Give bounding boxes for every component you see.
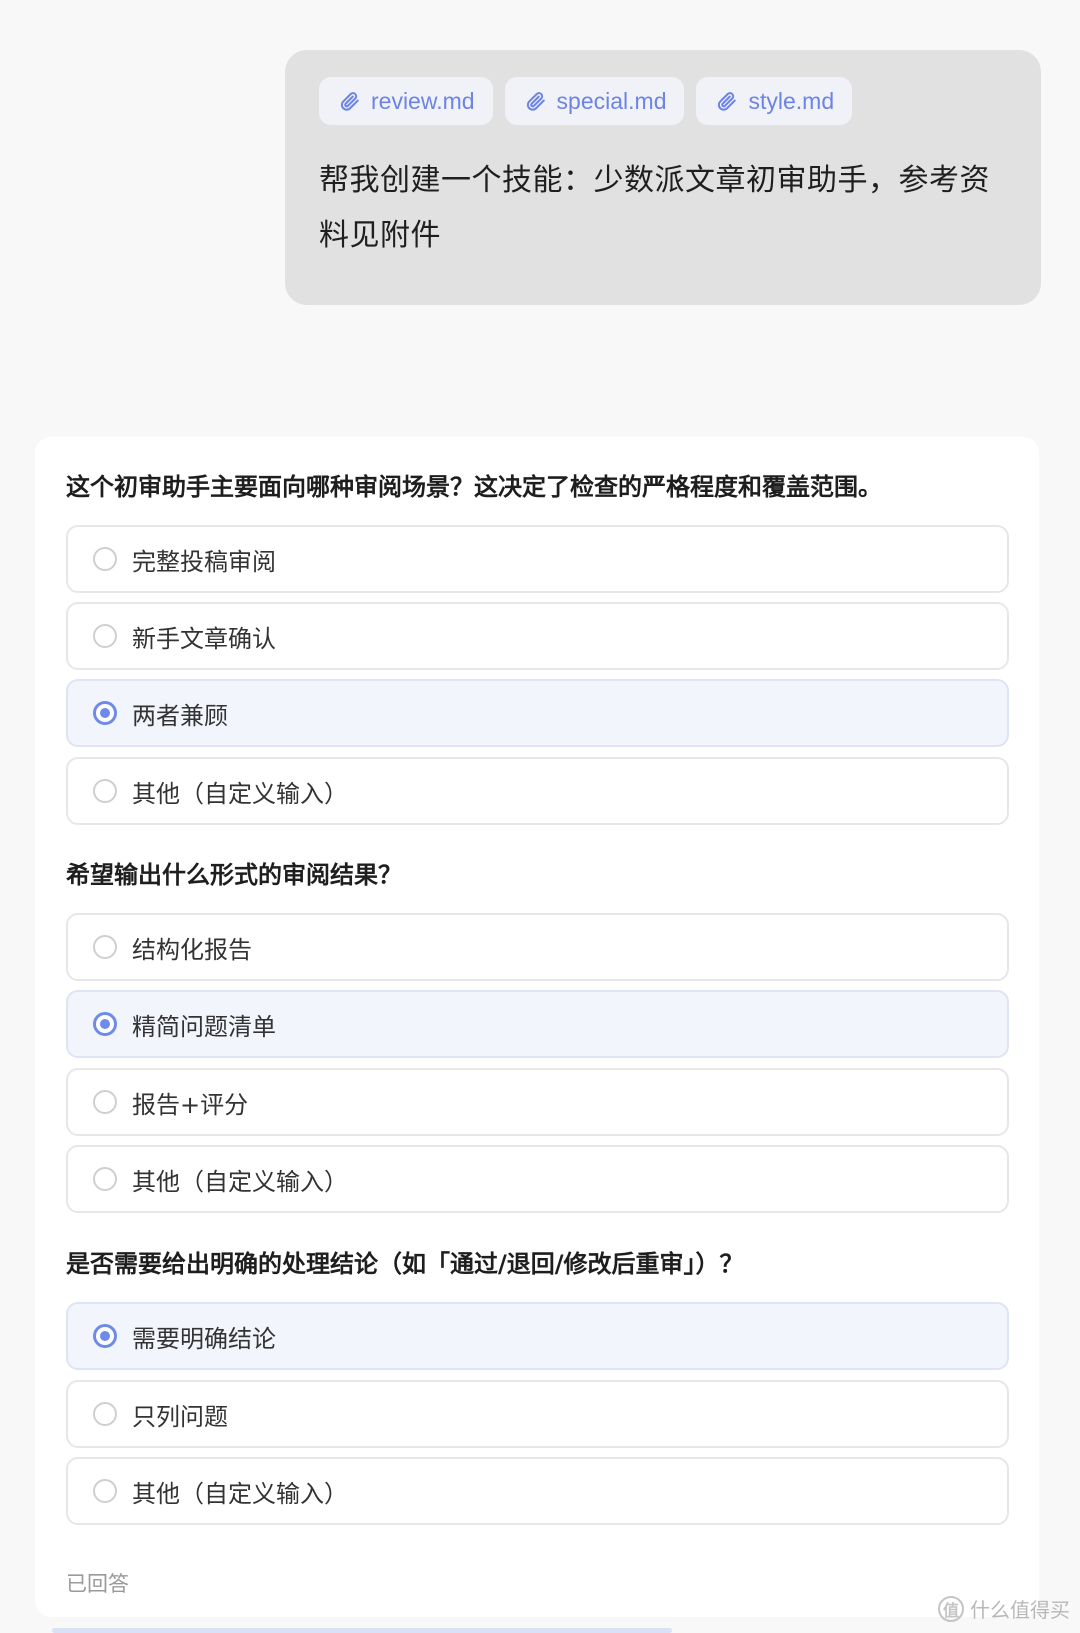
- attachment-chip-style[interactable]: style.md: [696, 77, 853, 125]
- option-label: 完整投稿审阅: [132, 547, 276, 576]
- option-label: 其他（自定义输入）: [132, 779, 348, 808]
- radio-icon: [93, 1479, 117, 1503]
- radio-selected-icon: [93, 1012, 117, 1036]
- option-other-3[interactable]: 其他（自定义输入）: [66, 1457, 1009, 1525]
- watermark: 值 什么值得买: [938, 1594, 1070, 1623]
- option-need-conclusion[interactable]: 需要明确结论: [66, 1302, 1009, 1370]
- paperclip-icon: [718, 92, 737, 111]
- attachment-name: special.md: [556, 87, 667, 114]
- option-newbie-check[interactable]: 新手文章确认: [66, 602, 1009, 670]
- attachment-name: style.md: [748, 87, 835, 114]
- attachment-chip-review[interactable]: review.md: [319, 77, 493, 125]
- option-label: 结构化报告: [132, 935, 252, 964]
- option-other-2[interactable]: 其他（自定义输入）: [66, 1145, 1009, 1213]
- attachment-name: review.md: [371, 87, 475, 114]
- answered-status: 已回答: [66, 1572, 129, 1596]
- radio-icon: [93, 1167, 117, 1191]
- attachment-list: review.md special.md style.md: [319, 77, 1007, 125]
- option-other-1[interactable]: 其他（自定义输入）: [66, 757, 1009, 825]
- radio-icon: [93, 1090, 117, 1114]
- paperclip-icon: [526, 92, 545, 111]
- option-label: 其他（自定义输入）: [132, 1167, 348, 1196]
- radio-icon: [93, 547, 117, 571]
- user-message-line: 料见附件: [319, 218, 441, 253]
- option-list-only[interactable]: 只列问题: [66, 1380, 1009, 1448]
- bottom-progress-bar: [52, 1628, 672, 1633]
- option-label: 新手文章确认: [132, 624, 276, 653]
- attachment-chip-special[interactable]: special.md: [504, 77, 685, 125]
- option-label: 精简问题清单: [132, 1012, 276, 1041]
- radio-icon: [93, 1402, 117, 1426]
- option-both[interactable]: 两者兼顾: [66, 679, 1009, 747]
- question-card: 这个初审助手主要面向哪种审阅场景？这决定了检查的严格程度和覆盖范围。 完整投稿审…: [35, 437, 1039, 1617]
- user-message-text: 帮我创建一个技能：少数派文章初审助手，参考资 料见附件: [319, 153, 1007, 263]
- option-report-score[interactable]: 报告+评分: [66, 1068, 1009, 1136]
- question-title-output-format: 希望输出什么形式的审阅结果？: [66, 861, 402, 889]
- user-message-line: 帮我创建一个技能：少数派文章初审助手，参考资: [319, 163, 990, 198]
- radio-selected-icon: [93, 701, 117, 725]
- user-message-bubble: review.md special.md style.md 帮我创建一个技能：少…: [285, 50, 1041, 305]
- option-structured-report[interactable]: 结构化报告: [66, 913, 1009, 981]
- radio-icon: [93, 779, 117, 803]
- option-label: 两者兼顾: [132, 701, 228, 730]
- radio-selected-icon: [93, 1324, 117, 1348]
- watermark-text: 什么值得买: [970, 1598, 1070, 1622]
- option-concise-list[interactable]: 精简问题清单: [66, 990, 1009, 1058]
- radio-icon: [93, 624, 117, 648]
- watermark-logo-icon: 值: [938, 1595, 964, 1622]
- option-label: 只列问题: [132, 1402, 228, 1431]
- paperclip-icon: [340, 92, 359, 111]
- option-label: 报告+评分: [132, 1090, 249, 1119]
- question-title-scenario: 这个初审助手主要面向哪种审阅场景？这决定了检查的严格程度和覆盖范围。: [66, 473, 882, 501]
- option-full-review[interactable]: 完整投稿审阅: [66, 525, 1009, 593]
- question-title-conclusion: 是否需要给出明确的处理结论（如「通过/退回/修改后重审」）？: [66, 1250, 744, 1278]
- radio-icon: [93, 935, 117, 959]
- option-label: 需要明确结论: [132, 1324, 276, 1353]
- option-label: 其他（自定义输入）: [132, 1479, 348, 1508]
